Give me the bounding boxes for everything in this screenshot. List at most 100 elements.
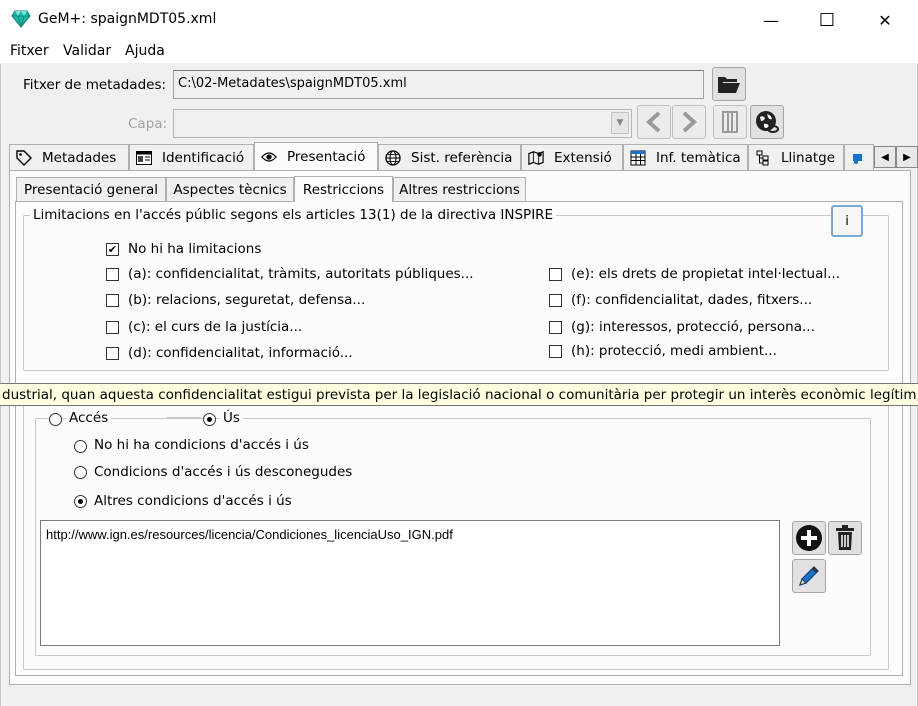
globe-link-button[interactable] — [750, 105, 784, 139]
tab-sist-referencia[interactable]: Sist. referència — [378, 144, 521, 170]
layer-list-button[interactable] — [713, 105, 747, 139]
main-tab-row: Metadades Identificació Presentació Sist… — [9, 142, 918, 170]
radio-dot — [78, 499, 83, 504]
window-title: GeM+: spaignMDT05.xml — [38, 11, 217, 27]
menu-ajuda[interactable]: Ajuda — [125, 43, 165, 59]
limitations-title: Limitacions en l'accés públic segons els… — [30, 207, 557, 223]
chevron-down-icon[interactable]: ▼ — [611, 112, 629, 134]
tab-altres-restriccions[interactable]: Altres restriccions — [393, 177, 526, 201]
tab-overflow[interactable] — [844, 144, 874, 170]
checkbox-limitation-a[interactable] — [106, 268, 119, 281]
radio-acces[interactable] — [49, 413, 62, 426]
tab-inf-tematica[interactable]: Inf. temàtica — [623, 144, 748, 170]
tab-scroll-right-button[interactable]: ▶ — [896, 146, 918, 168]
checkbox-label: No hi ha limitacions — [128, 241, 262, 257]
tree-icon — [755, 150, 771, 166]
checkbox-limitation-d[interactable] — [106, 347, 119, 360]
tab-label: Sist. referència — [411, 149, 513, 166]
divider — [167, 417, 201, 418]
trash-icon — [836, 525, 854, 550]
checkbox-label: (a): confidencialitat, tràmits, autorita… — [128, 266, 474, 282]
radio-label: Condicions d'accés i ús desconegudes — [94, 464, 353, 480]
tab-label: Llinatge — [781, 149, 836, 166]
check-icon: ✔ — [107, 243, 118, 256]
checkbox-label: (f): confidencialitat, dades, fitxers... — [571, 292, 813, 308]
maximize-icon: ☐ — [818, 9, 836, 31]
checkbox-label: (d): confidencialitat, informació... — [128, 345, 353, 361]
checkbox-label: (e): els drets de propietat intel·lectua… — [571, 266, 841, 282]
tag-icon — [16, 149, 32, 166]
diamond-icon — [11, 10, 31, 28]
checkbox-label: (h): protecció, medi ambient... — [571, 343, 777, 359]
info-icon: i — [845, 213, 849, 229]
add-button[interactable] — [792, 521, 826, 555]
eye-icon — [261, 149, 277, 165]
menu-bar: Fitxer Validar Ajuda — [0, 40, 918, 64]
radio-label: No hi ha condicions d'accés i ús — [94, 437, 309, 453]
table-icon — [630, 150, 646, 166]
tab-label: Inf. temàtica — [656, 149, 741, 166]
checkbox-limitation-h[interactable] — [549, 345, 562, 358]
radio-label: Accés — [66, 410, 112, 426]
radio-dot — [207, 417, 212, 422]
prev-layer-button[interactable] — [637, 105, 671, 139]
globe-link-icon — [756, 111, 779, 133]
radio-no-conditions[interactable] — [74, 440, 87, 453]
map-icon — [528, 150, 544, 166]
checkbox-limitation-g[interactable] — [549, 321, 562, 334]
truck-icon — [851, 150, 867, 166]
checkbox-limitation-e[interactable] — [549, 268, 562, 281]
close-button[interactable]: ✕ — [862, 0, 908, 40]
id-card-icon — [136, 150, 152, 166]
tab-metadades[interactable]: Metadades — [9, 144, 129, 170]
checkbox-limitation-f[interactable] — [549, 294, 562, 307]
chevron-left-icon — [646, 111, 661, 133]
checkbox-limitation-b[interactable] — [106, 294, 119, 307]
tab-extensio[interactable]: Extensió — [521, 144, 623, 170]
tab-identificacio[interactable]: Identificació — [129, 144, 254, 170]
menu-validar[interactable]: Validar — [63, 43, 111, 59]
metadata-file-label: Fitxer de metadades: — [23, 77, 167, 93]
open-folder-button[interactable] — [712, 67, 746, 101]
checkbox-limitation-c[interactable] — [106, 321, 119, 334]
tab-label: Extensió — [554, 149, 612, 166]
minimize-button[interactable]: — — [748, 0, 794, 40]
pencil-icon — [799, 566, 819, 586]
checkbox-label: (g): interessos, protecció, persona... — [571, 319, 815, 335]
maximize-button[interactable]: ☐ — [804, 0, 850, 40]
tab-scroll: ◀ ▶ — [874, 146, 918, 168]
tab-restriccions[interactable]: Restriccions — [294, 176, 393, 202]
chevron-right-icon — [682, 111, 697, 133]
edit-button[interactable] — [792, 559, 826, 593]
checkbox-label: (c): el curs de la justícia... — [128, 319, 303, 335]
tab-scroll-left-button[interactable]: ◀ — [874, 146, 896, 168]
info-button[interactable]: i — [831, 205, 863, 237]
metadata-file-field[interactable]: C:\02-Metadates\spaignMDT05.xml — [173, 70, 704, 99]
tooltip: dustrial, quan aquesta confidencialitat … — [0, 383, 918, 406]
checkbox-no-limitations[interactable]: ✔ — [106, 243, 119, 256]
tab-label: Metadades — [42, 149, 117, 166]
radio-other-conditions[interactable] — [74, 495, 87, 508]
close-icon: ✕ — [878, 10, 892, 30]
menu-fitxer[interactable]: Fitxer — [10, 43, 49, 59]
tab-presentacio[interactable]: Presentació — [254, 142, 378, 170]
delete-button[interactable] — [828, 521, 862, 555]
capa-combo[interactable]: ▼ — [173, 109, 632, 138]
tab-presentacio-general[interactable]: Presentació general — [16, 177, 166, 201]
tab-aspectes-tecnics[interactable]: Aspectes tècnics — [166, 177, 294, 201]
radio-us[interactable] — [203, 413, 216, 426]
checkbox-label: (b): relacions, seguretat, defensa... — [128, 292, 366, 308]
next-layer-button[interactable] — [672, 105, 706, 139]
radio-label: Ús — [220, 410, 243, 426]
globe-icon — [385, 149, 401, 166]
folder-open-icon — [718, 77, 740, 93]
tab-llinatge[interactable]: Llinatge — [748, 144, 844, 170]
tab-label: Presentació — [287, 148, 366, 165]
triangle-left-icon: ◀ — [881, 151, 889, 163]
radio-label: Altres condicions d'accés i ús — [94, 493, 292, 509]
title-bar: GeM+: spaignMDT05.xml — ☐ ✕ — [0, 0, 918, 40]
conditions-textarea[interactable]: http://www.ign.es/resources/licencia/Con… — [40, 520, 780, 646]
plus-circle-icon — [796, 525, 822, 551]
capa-label: Capa: — [128, 116, 168, 132]
radio-unknown-conditions[interactable] — [74, 466, 87, 479]
